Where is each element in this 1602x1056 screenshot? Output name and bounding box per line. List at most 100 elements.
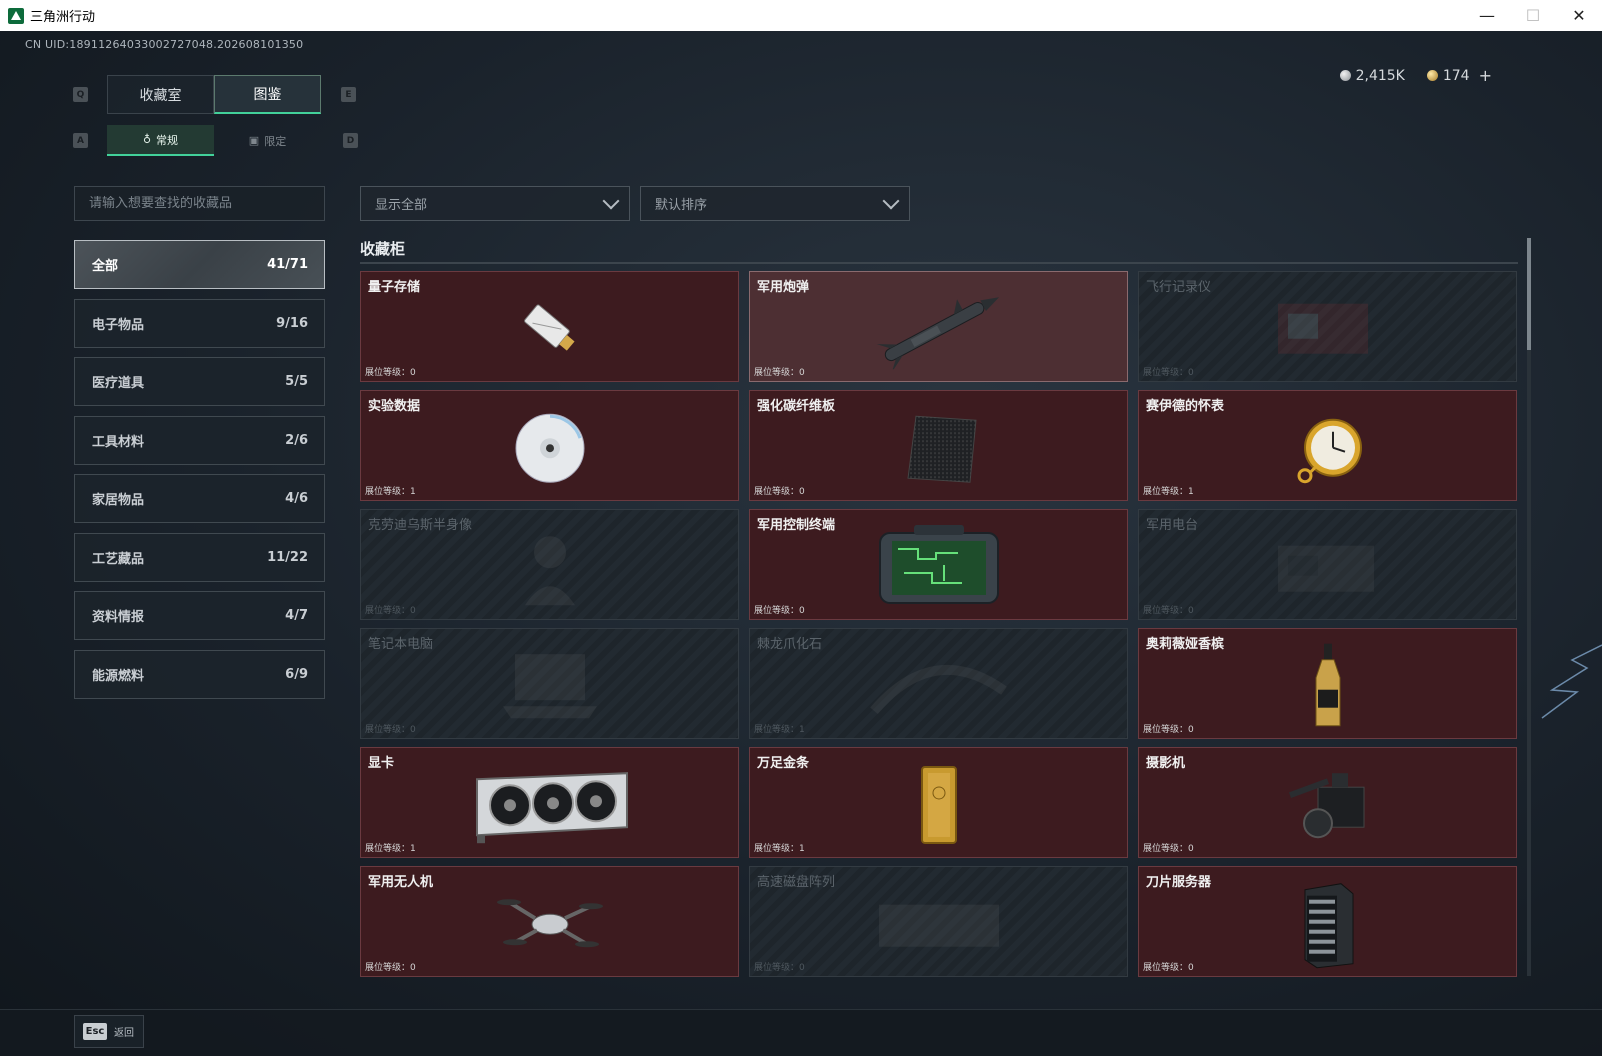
sort-value: 默认排序 <box>655 198 708 213</box>
card-level: 展位等级：0 <box>1143 725 1194 735</box>
chevron-down-icon <box>602 192 620 209</box>
gold-coin-icon <box>1426 70 1438 81</box>
card-name: 量子存储 <box>368 280 421 295</box>
tab-limited[interactable]: ▣ 限定 <box>214 125 321 156</box>
category-tools[interactable]: 工具材料 2/6 <box>74 416 325 465</box>
category-medical[interactable]: 医疗道具 5/5 <box>74 357 325 406</box>
card-name: 摄影机 <box>1146 756 1186 771</box>
collection-card[interactable]: 飞行记录仪展位等级：0 <box>1138 271 1517 382</box>
category-household[interactable]: 家居物品 4/6 <box>74 474 325 523</box>
card-name: 强化碳纤维板 <box>757 399 836 414</box>
card-level: 展位等级：0 <box>1143 963 1194 973</box>
gpu-icon <box>465 765 635 849</box>
display-filter-dropdown[interactable]: 显示全部 <box>360 186 630 221</box>
gold-bar-icon <box>914 762 964 851</box>
card-name: 高速磁盘阵列 <box>757 875 836 890</box>
card-level: 展位等级：0 <box>1143 844 1194 854</box>
add-currency-button[interactable]: + <box>1479 66 1492 85</box>
tab-collection-room[interactable]: 收藏室 <box>107 75 214 114</box>
collection-card[interactable]: 奥莉薇娅香槟展位等级：0 <box>1138 628 1517 739</box>
tab-codex[interactable]: 图鉴 <box>214 75 321 114</box>
laptop-icon <box>495 646 605 730</box>
card-name: 笔记本电脑 <box>368 637 434 652</box>
collection-card[interactable]: 军用炮弹 展位等级：0 <box>749 271 1128 382</box>
cabinet-divider <box>360 262 1518 264</box>
silver-coin-icon <box>1339 70 1351 81</box>
category-label: 医疗道具 <box>92 376 145 391</box>
collection-card[interactable]: 笔记本电脑展位等级：0 <box>360 628 739 739</box>
main-tabs: 收藏室 图鉴 <box>107 75 321 114</box>
collection-card[interactable]: 军用电台 展位等级：0 <box>1138 509 1517 620</box>
category-count: 11/22 <box>267 550 308 565</box>
flask-icon: ♁ <box>142 133 152 146</box>
maximize-button[interactable]: ☐ <box>1510 0 1556 31</box>
card-name: 军用控制终端 <box>757 518 836 533</box>
collection-card[interactable]: 军用无人机 展位等级：0 <box>360 866 739 977</box>
currency-bar: 2,415K 174 + <box>1339 66 1492 85</box>
champagne-icon <box>1308 641 1348 735</box>
window-title: 三角洲行动 <box>30 10 96 25</box>
collection-card[interactable]: 高速磁盘阵列 展位等级：0 <box>749 866 1128 977</box>
search-input[interactable] <box>89 196 310 211</box>
sort-dropdown[interactable]: 默认排序 <box>640 186 910 221</box>
disk-array-icon <box>869 888 1009 962</box>
silver-amount: 2,415K <box>1355 67 1405 84</box>
card-level: 展位等级：0 <box>1143 368 1194 378</box>
key-hint-a: A <box>73 133 88 148</box>
category-energy[interactable]: 能源燃料 6/9 <box>74 650 325 699</box>
collection-card[interactable]: 军用控制终端展位等级：0 <box>749 509 1128 620</box>
collection-card[interactable]: 实验数据 展位等级：1 <box>360 390 739 501</box>
card-level: 展位等级：1 <box>365 487 416 497</box>
gold-amount: 174 <box>1442 67 1470 84</box>
flight-recorder-icon <box>1268 293 1388 367</box>
card-name: 飞行记录仪 <box>1146 280 1212 295</box>
category-all[interactable]: 全部 41/71 <box>74 240 325 289</box>
collection-card[interactable]: 克劳迪乌斯半身像 展位等级：0 <box>360 509 739 620</box>
category-label: 工具材料 <box>92 435 145 450</box>
card-level: 展位等级：0 <box>754 368 805 378</box>
server-icon <box>1293 879 1363 973</box>
category-crafts[interactable]: 工艺藏品 11/22 <box>74 533 325 582</box>
card-name: 棘龙爪化石 <box>757 637 823 652</box>
category-label: 家居物品 <box>92 493 145 508</box>
collection-card[interactable]: 量子存储展位等级：0 <box>360 271 739 382</box>
collection-card[interactable]: 棘龙爪化石 展位等级：1 <box>749 628 1128 739</box>
image-icon: ▣ <box>248 134 260 147</box>
tab-regular[interactable]: ♁ 常规 <box>107 125 214 156</box>
category-count: 41/71 <box>267 257 308 272</box>
chevron-down-icon <box>882 192 900 209</box>
cabinet-title: 收藏柜 <box>360 240 406 258</box>
cabinet-scroll-thumb[interactable] <box>1527 238 1531 350</box>
collection-card[interactable]: 赛伊德的怀表 展位等级：1 <box>1138 390 1517 501</box>
category-label: 全部 <box>92 259 119 274</box>
key-hint-d: D <box>343 133 358 148</box>
card-name: 刀片服务器 <box>1146 875 1212 890</box>
card-level: 展位等级：1 <box>1143 487 1194 497</box>
key-hint-q: Q <box>73 87 88 102</box>
lightning-decoration-icon <box>1541 644 1602 719</box>
collection-card[interactable]: 摄影机展位等级：0 <box>1138 747 1517 858</box>
radio-icon <box>1268 531 1388 605</box>
camera-icon <box>1278 765 1378 849</box>
card-level: 展位等级：1 <box>365 844 416 854</box>
minimize-button[interactable]: — <box>1464 0 1510 31</box>
display-filter-value: 显示全部 <box>375 198 428 213</box>
category-intel[interactable]: 资料情报 4/7 <box>74 591 325 640</box>
bottom-bar <box>0 1009 1602 1056</box>
card-level: 展位等级：0 <box>754 606 805 616</box>
card-level: 展位等级：0 <box>365 725 416 735</box>
collection-card[interactable]: 万足金条 展位等级：1 <box>749 747 1128 858</box>
bust-icon <box>515 527 585 611</box>
close-button[interactable]: ✕ <box>1556 0 1602 31</box>
collection-card[interactable]: 强化碳纤维板展位等级：0 <box>749 390 1128 501</box>
card-level: 展位等级：0 <box>365 368 416 378</box>
window-titlebar: 三角洲行动 — ☐ ✕ <box>0 0 1602 31</box>
category-label: 资料情报 <box>92 610 145 625</box>
sub-tabs: ♁ 常规 ▣ 限定 <box>107 125 321 156</box>
category-electronics[interactable]: 电子物品 9/16 <box>74 299 325 348</box>
card-level: 展位等级：0 <box>754 487 805 497</box>
collection-card[interactable]: 显卡 展位等级：1 <box>360 747 739 858</box>
card-name: 奥莉薇娅香槟 <box>1146 637 1225 652</box>
app-logo-icon <box>8 7 24 24</box>
collection-card[interactable]: 刀片服务器展位等级：0 <box>1138 866 1517 977</box>
